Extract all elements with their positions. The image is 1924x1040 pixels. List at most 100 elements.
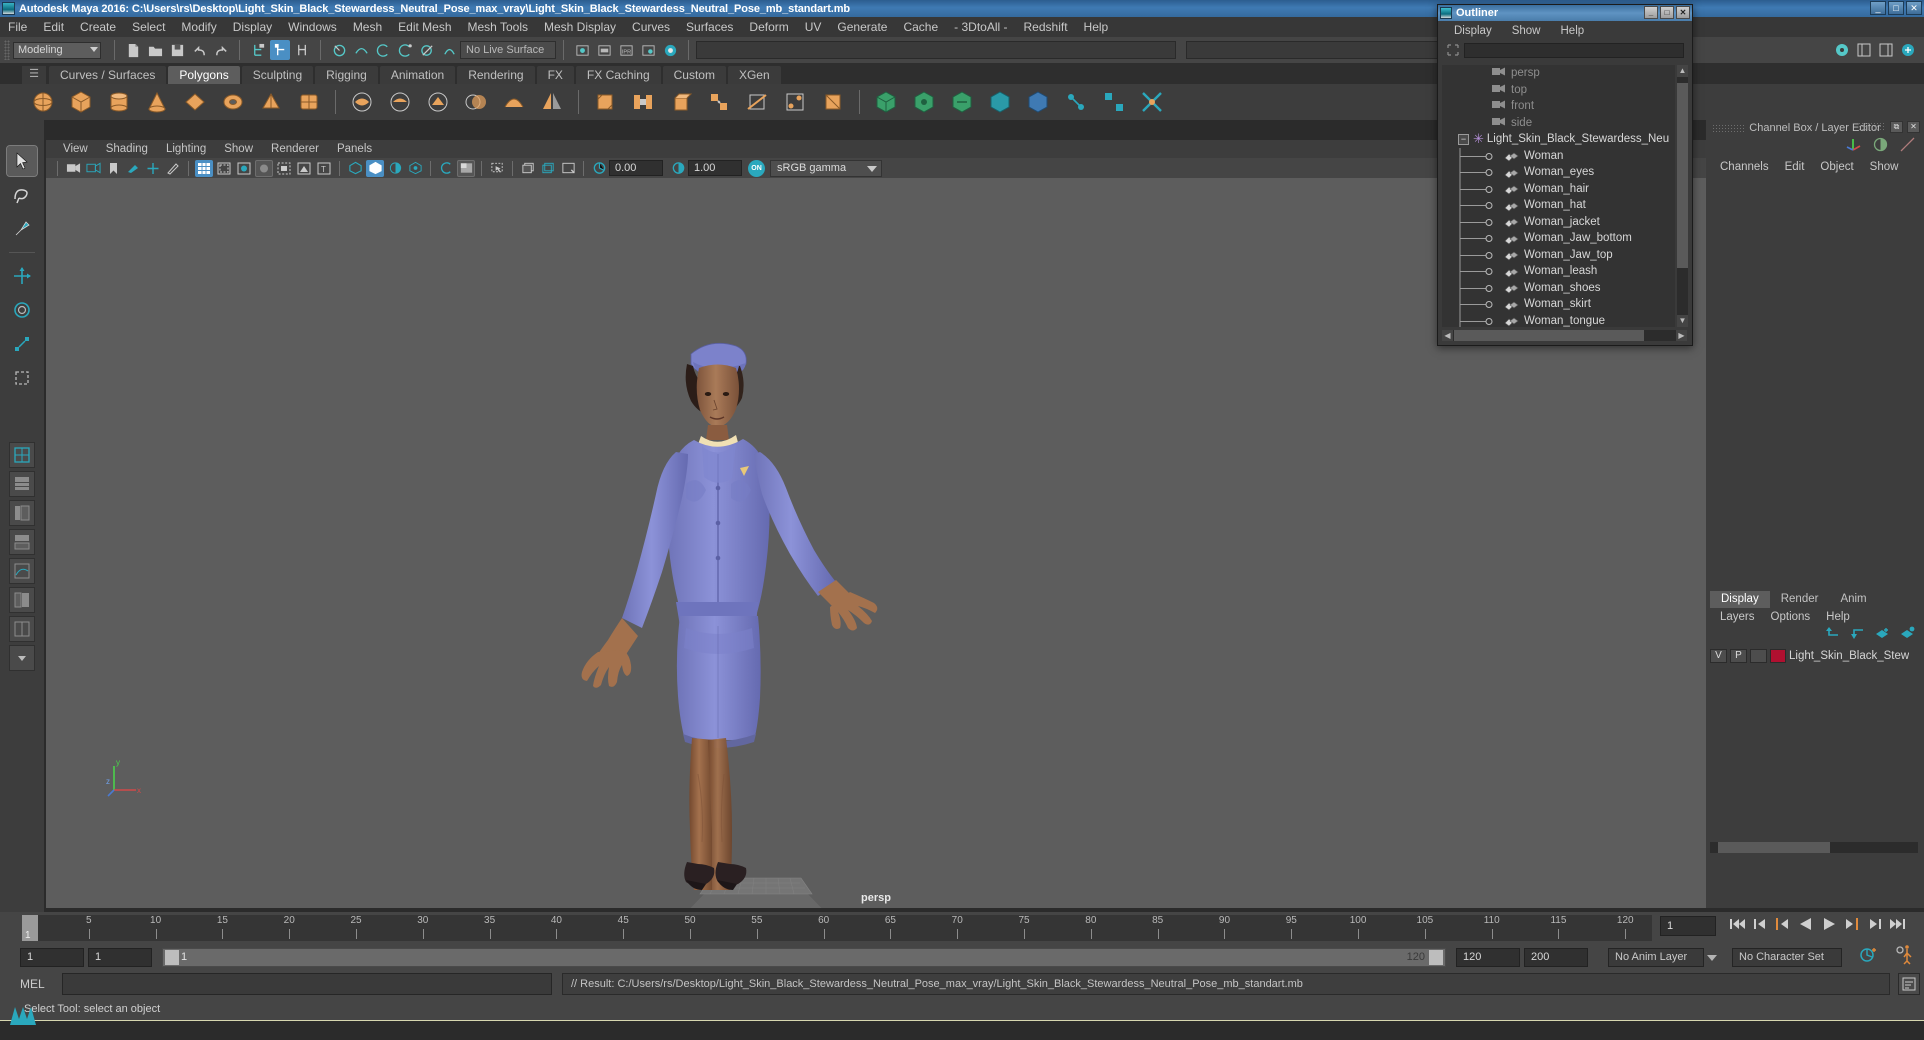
shelf-tab-fx-caching[interactable]: FX Caching — [576, 66, 661, 84]
scrollbar-thumb[interactable] — [1677, 83, 1688, 268]
undo-icon[interactable] — [189, 40, 209, 60]
scroll-right-arrow-icon[interactable]: ▶ — [1676, 330, 1687, 341]
motion-blur-icon[interactable] — [437, 160, 455, 177]
color-management-toggle[interactable]: ON — [748, 160, 765, 177]
anim-layer-selector[interactable]: No Anim Layer — [1608, 948, 1704, 967]
outliner-item[interactable]: side — [1442, 115, 1675, 132]
cyan-tool-2-icon[interactable] — [1099, 87, 1129, 117]
quick-layout-outliner-persp[interactable] — [9, 500, 35, 526]
show-tool-settings-icon[interactable] — [1854, 40, 1874, 60]
outliner-minimize-button[interactable]: _ — [1644, 6, 1658, 19]
menu-item-create[interactable]: Create — [72, 17, 124, 37]
menu-item-3dtoall[interactable]: - 3DtoAll - — [946, 17, 1015, 37]
outliner-item[interactable]: Woman_eyes — [1442, 164, 1675, 181]
select-by-hierarchy-icon[interactable] — [248, 40, 268, 60]
paint-select-tool[interactable] — [7, 214, 37, 244]
step-forward-key-icon[interactable] — [1866, 914, 1883, 934]
outliner-item[interactable]: −✳Light_Skin_Black_Stewardess_Neu — [1442, 131, 1675, 148]
render-settings-icon[interactable]: IPR — [616, 40, 636, 60]
quick-layout-single-perspective[interactable] — [9, 442, 35, 468]
outliner-item[interactable]: persp — [1442, 65, 1675, 82]
outliner-item[interactable]: Woman_hair — [1442, 181, 1675, 198]
show-attribute-editor-icon[interactable] — [1832, 40, 1852, 60]
snap-to-grid-icon[interactable] — [329, 40, 349, 60]
outliner-item[interactable]: Woman_Jaw_top — [1442, 247, 1675, 264]
search-filter-icon[interactable] — [1446, 43, 1460, 57]
outliner-close-button[interactable]: ✕ — [1676, 6, 1690, 19]
close-panel-button[interactable]: ✕ — [1907, 121, 1920, 133]
layer-menu-help[interactable]: Help — [1818, 611, 1858, 623]
multi-cut-icon[interactable] — [742, 87, 772, 117]
shelf-tab-curves-surfaces[interactable]: Curves / Surfaces — [49, 66, 166, 84]
poly-cone-icon[interactable] — [142, 87, 172, 117]
viewport-menu-view[interactable]: View — [54, 143, 97, 155]
make-live-icon[interactable] — [439, 40, 459, 60]
shelf-tab-fx[interactable]: FX — [537, 66, 574, 84]
combine-icon[interactable] — [347, 87, 377, 117]
toggle-ui-icon[interactable] — [1898, 40, 1918, 60]
smooth-preview-icon[interactable] — [406, 160, 424, 177]
outliner-tree[interactable]: persptopfrontside−✳Light_Skin_Black_Stew… — [1442, 65, 1675, 327]
go-to-end-icon[interactable] — [1889, 914, 1906, 934]
outliner-item[interactable]: Woman_leash — [1442, 263, 1675, 280]
channel-box-menu-channels[interactable]: Channels — [1712, 161, 1777, 173]
create-layer-from-selection-icon[interactable] — [1900, 626, 1916, 645]
viewport-menu-shading[interactable]: Shading — [97, 143, 157, 155]
shelf-tab-rendering[interactable]: Rendering — [457, 66, 534, 84]
save-scene-icon[interactable] — [167, 40, 187, 60]
wireframe-on-shaded-icon[interactable] — [255, 160, 273, 177]
current-time-indicator[interactable]: 1 — [22, 915, 38, 941]
play-backwards-icon[interactable] — [1797, 914, 1814, 934]
menu-item-curves[interactable]: Curves — [624, 17, 678, 37]
layer-menu-options[interactable]: Options — [1763, 611, 1819, 623]
lasso-tool[interactable] — [7, 180, 37, 210]
channel-box-menu-show[interactable]: Show — [1862, 161, 1907, 173]
scrollbar-thumb[interactable] — [1718, 842, 1830, 853]
quick-layout-uv-editor[interactable] — [9, 587, 35, 613]
menu-item-display[interactable]: Display — [225, 17, 280, 37]
layer-menu-layers[interactable]: Layers — [1712, 611, 1763, 623]
viewport-menu-show[interactable]: Show — [215, 143, 262, 155]
layer-name[interactable]: Light_Skin_Black_Stew — [1789, 650, 1909, 662]
create-new-layer-icon[interactable] — [1875, 626, 1891, 645]
exposure-field[interactable]: 0.00 — [609, 160, 663, 176]
time-slider-ruler[interactable]: 1 51015202530354045505560657075808590951… — [22, 915, 1652, 941]
exposure-icon[interactable] — [590, 160, 608, 177]
two-d-pan-zoom-icon[interactable] — [144, 160, 162, 177]
shelf-tab-sculpting[interactable]: Sculpting — [242, 66, 313, 84]
shelf-tab-polygons[interactable]: Polygons — [168, 66, 239, 84]
poly-sphere-icon[interactable] — [28, 87, 58, 117]
step-back-frame-icon[interactable] — [1774, 914, 1791, 934]
viewport-menu-lighting[interactable]: Lighting — [157, 143, 215, 155]
scroll-up-arrow-icon[interactable]: ▲ — [1677, 65, 1688, 77]
smooth-icon[interactable] — [499, 87, 529, 117]
menu-item-mesh-display[interactable]: Mesh Display — [536, 17, 624, 37]
shelf-tab-rigging[interactable]: Rigging — [315, 66, 378, 84]
bevel-icon[interactable] — [590, 87, 620, 117]
layer-list-horizontal-scrollbar[interactable] — [1710, 842, 1918, 853]
wedge-icon[interactable] — [818, 87, 848, 117]
blue-cube-icon[interactable] — [1023, 87, 1053, 117]
menu-item-modify[interactable]: Modify — [173, 17, 224, 37]
step-forward-frame-icon[interactable] — [1843, 914, 1860, 934]
outliner-menu-show[interactable]: Show — [1502, 25, 1551, 37]
input-field-left[interactable] — [696, 41, 1176, 59]
outliner-item[interactable]: Woman_jacket — [1442, 214, 1675, 231]
menu-item-windows[interactable]: Windows — [280, 17, 345, 37]
outliner-vertical-scrollbar[interactable]: ▲ ▼ — [1677, 65, 1688, 327]
layer-color-swatch[interactable] — [1770, 649, 1786, 663]
target-weld-icon[interactable] — [780, 87, 810, 117]
outliner-item[interactable]: Woman_tongue — [1442, 313, 1675, 328]
gamma-icon[interactable] — [669, 160, 687, 177]
outliner-item[interactable]: Woman_skirt — [1442, 296, 1675, 313]
outliner-item[interactable]: Woman_Jaw_bottom — [1442, 230, 1675, 247]
poly-cylinder-icon[interactable] — [104, 87, 134, 117]
shelf-tab-animation[interactable]: Animation — [380, 66, 455, 84]
outliner-horizontal-scrollbar[interactable]: ◀ ▶ — [1442, 330, 1687, 341]
new-scene-icon[interactable] — [123, 40, 143, 60]
wireframe-shading-icon[interactable] — [195, 160, 213, 177]
outliner-menu-display[interactable]: Display — [1444, 25, 1502, 37]
layer-visibility-toggle[interactable]: V — [1710, 649, 1727, 663]
move-tool[interactable] — [7, 261, 37, 291]
menu-item-mesh-tools[interactable]: Mesh Tools — [460, 17, 536, 37]
